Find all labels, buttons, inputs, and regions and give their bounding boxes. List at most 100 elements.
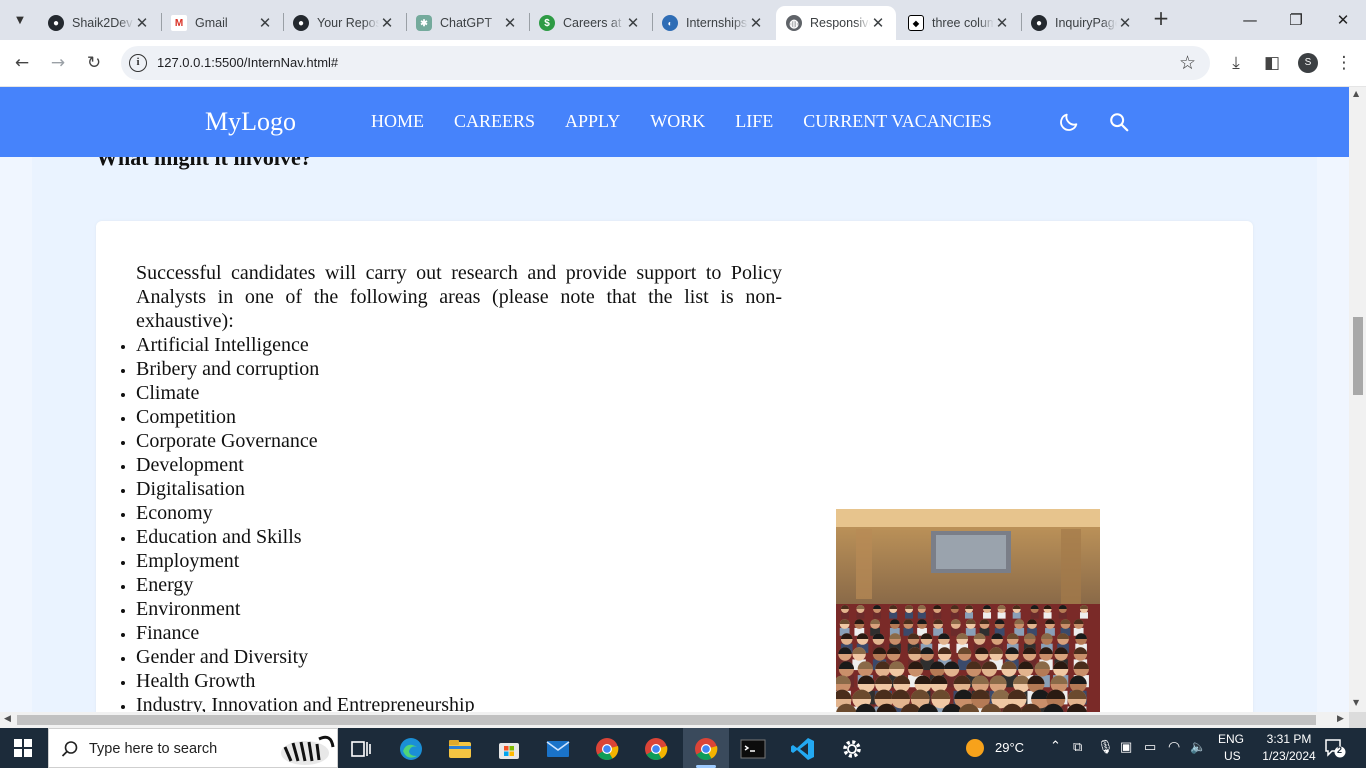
tab-shaik2dev[interactable]: ● Shaik2Dev ✕ xyxy=(38,6,160,40)
area-list-item: Employment xyxy=(136,549,782,573)
microphone-icon[interactable]: 🎙 xyxy=(1097,739,1114,755)
scroll-left-icon[interactable]: ◀ xyxy=(4,714,11,724)
windows-taskbar: Type here to search 29°C ⌃ ⧉ 🎙 ▣ ▭ ◠ 🔈 E… xyxy=(0,728,1366,768)
tab-search-dropdown-icon[interactable]: ▼ xyxy=(8,9,32,31)
close-icon[interactable]: ✕ xyxy=(1117,14,1133,32)
mail-icon[interactable] xyxy=(545,736,571,762)
tab-chatgpt[interactable]: ✱ ChatGPT ✕ xyxy=(406,6,528,40)
area-list-item: Bribery and corruption xyxy=(136,357,782,381)
site-info-icon[interactable]: i xyxy=(129,54,147,72)
bookmark-star-icon[interactable]: ☆ xyxy=(1179,52,1196,74)
download-icon[interactable]: ⤓ xyxy=(1224,51,1248,75)
chrome-active-icon[interactable] xyxy=(693,736,719,762)
tab-title: Gmail xyxy=(195,16,228,30)
areas-list: Artificial IntelligenceBribery and corru… xyxy=(136,333,782,712)
tab-title: Your Repositories xyxy=(317,16,379,30)
github-icon: ● xyxy=(48,15,64,31)
scroll-down-icon[interactable]: ▼ xyxy=(1353,698,1359,707)
browser-toolbar: ← → ↻ i 127.0.0.1:5500/InternNav.html# ☆… xyxy=(0,40,1366,87)
area-list-item: Corporate Governance xyxy=(136,429,782,453)
close-icon[interactable]: ✕ xyxy=(870,14,886,32)
nav-home[interactable]: HOME xyxy=(371,111,424,132)
display-icon[interactable]: ▣ xyxy=(1120,739,1132,755)
clock-time[interactable]: 3:31 PM xyxy=(1260,732,1318,746)
terminal-icon[interactable] xyxy=(740,736,766,762)
minimize-icon[interactable]: — xyxy=(1238,8,1262,32)
nav-careers[interactable]: CAREERS xyxy=(454,111,535,132)
moon-icon[interactable] xyxy=(1058,111,1080,133)
tab-gmail[interactable]: M Gmail ✕ xyxy=(161,6,283,40)
clock-date[interactable]: 1/23/2024 xyxy=(1256,749,1322,763)
tab-title: Shaik2Dev xyxy=(72,16,133,30)
page-viewport: What might it involve? Successful candid… xyxy=(0,87,1349,712)
nav-links: HOME CAREERS APPLY WORK LIFE CURRENT VAC… xyxy=(371,111,992,132)
close-icon[interactable]: ✕ xyxy=(257,14,273,32)
close-icon[interactable]: ✕ xyxy=(748,14,764,32)
wifi-icon[interactable]: ◠ xyxy=(1168,738,1180,755)
window-close-icon[interactable]: ✕ xyxy=(1331,8,1355,32)
back-arrow-icon[interactable]: ← xyxy=(10,51,34,75)
notification-icon[interactable] xyxy=(1324,738,1346,758)
scroll-up-icon[interactable]: ▲ xyxy=(1353,89,1359,98)
forward-arrow-icon[interactable]: → xyxy=(46,51,70,75)
language-indicator[interactable]: ENG xyxy=(1218,732,1244,746)
search-icon[interactable] xyxy=(1108,111,1130,133)
horizontal-scroll-thumb[interactable] xyxy=(17,715,1316,725)
nav-work[interactable]: WORK xyxy=(650,111,705,132)
chrome-icon[interactable] xyxy=(594,736,620,762)
volume-icon[interactable]: 🔈 xyxy=(1190,739,1206,755)
area-list-item: Economy xyxy=(136,501,782,525)
scroll-right-icon[interactable]: ▶ xyxy=(1337,714,1344,724)
close-icon[interactable]: ✕ xyxy=(502,14,518,32)
tab-title: ChatGPT xyxy=(440,16,493,30)
reload-icon[interactable]: ↻ xyxy=(82,51,106,75)
nav-apply[interactable]: APPLY xyxy=(565,111,620,132)
horizontal-scrollbar[interactable]: ◀ ▶ xyxy=(0,712,1349,728)
tab-careers[interactable]: $ Careers at ✕ xyxy=(529,6,651,40)
microsoft-store-icon[interactable] xyxy=(496,736,522,762)
tab-internships[interactable]: ◐ Internships ✕ xyxy=(652,6,774,40)
side-panel-icon[interactable]: ◧ xyxy=(1260,51,1284,75)
menu-kebab-icon[interactable]: ⋮ xyxy=(1332,51,1356,75)
weather-sun-icon[interactable] xyxy=(965,738,985,758)
taskbar-search-box[interactable]: Type here to search xyxy=(48,728,338,768)
nav-current-vacancies[interactable]: CURRENT VACANCIES xyxy=(803,111,992,132)
weather-temperature[interactable]: 29°C xyxy=(995,740,1024,755)
vertical-scrollbar[interactable]: ▲ ▼ xyxy=(1349,87,1366,712)
close-icon[interactable]: ✕ xyxy=(994,14,1010,32)
tab-title: Careers at xyxy=(563,16,622,30)
windows-start-icon[interactable] xyxy=(14,739,32,757)
site-logo[interactable]: MyLogo xyxy=(205,107,296,137)
tab-inquirypage[interactable]: ● InquiryPage ✕ xyxy=(1021,6,1143,40)
card-text: Successful candidates will carry out res… xyxy=(136,261,782,712)
codepen-icon: ◆ xyxy=(908,15,924,31)
task-view-icon[interactable] xyxy=(348,736,374,762)
search-icon xyxy=(61,741,78,757)
battery-icon[interactable]: ▭ xyxy=(1144,739,1156,755)
chatgpt-icon: ✱ xyxy=(416,15,432,31)
settings-gear-icon[interactable] xyxy=(839,736,865,762)
address-bar[interactable]: i 127.0.0.1:5500/InternNav.html# ☆ xyxy=(121,46,1210,80)
restore-icon[interactable]: ❐ xyxy=(1284,8,1308,32)
url-text[interactable]: 127.0.0.1:5500/InternNav.html# xyxy=(157,55,338,70)
area-list-item: Competition xyxy=(136,405,782,429)
vertical-scroll-thumb[interactable] xyxy=(1353,317,1363,395)
vscode-icon[interactable] xyxy=(790,736,816,762)
notification-count[interactable]: 2 xyxy=(1337,745,1342,755)
region-indicator[interactable]: US xyxy=(1224,749,1241,763)
close-icon[interactable]: ✕ xyxy=(625,14,641,32)
new-tab-plus-icon[interactable]: + xyxy=(1150,8,1172,30)
file-explorer-icon[interactable] xyxy=(447,736,473,762)
edge-browser-icon[interactable] xyxy=(398,736,424,762)
tray-chevron-up-icon[interactable]: ⌃ xyxy=(1050,738,1061,754)
tab-your-repositories[interactable]: ● Your Repositories ✕ xyxy=(283,6,405,40)
close-icon[interactable]: ✕ xyxy=(379,14,395,32)
tab-three-columns[interactable]: ◆ three columns ✕ xyxy=(898,6,1020,40)
github-icon: ● xyxy=(293,15,309,31)
tab-responsive-active[interactable]: ◍ Responsive ✕ xyxy=(776,6,896,40)
close-icon[interactable]: ✕ xyxy=(134,14,150,32)
profile-avatar[interactable]: S xyxy=(1298,53,1318,73)
meet-now-icon[interactable]: ⧉ xyxy=(1073,739,1082,755)
chrome-profile-icon[interactable] xyxy=(643,736,669,762)
nav-life[interactable]: LIFE xyxy=(735,111,773,132)
